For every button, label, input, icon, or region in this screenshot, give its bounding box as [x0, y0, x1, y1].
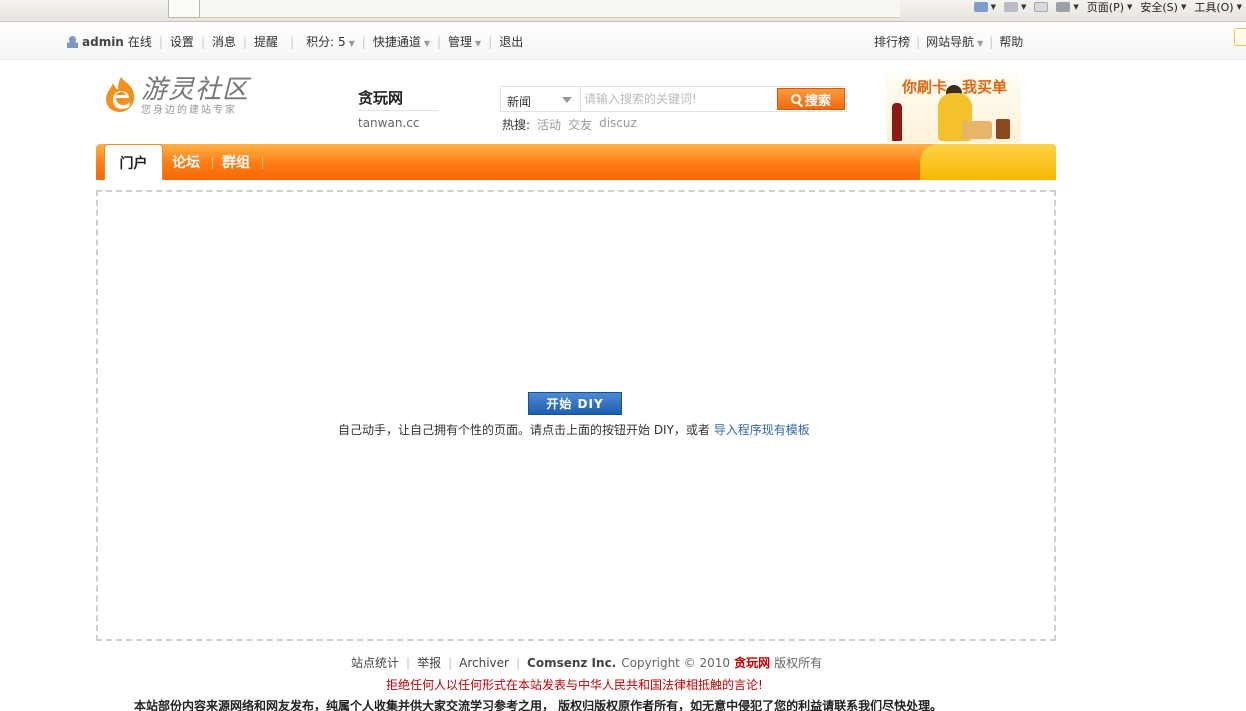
nav-item-groups[interactable]: 群组: [222, 144, 250, 180]
site-logo[interactable]: 游灵社区 您身边的建站专家: [103, 71, 255, 116]
archiver-link[interactable]: Archiver: [459, 656, 509, 670]
user-links: admin 在线 | 设置 | 消息 | 提醒 | 积分: 5 ▼ | 快捷通道 ▼…: [67, 33, 523, 50]
search-box: 新闻 搜索: [500, 86, 847, 112]
diy-tip: 自己动手，让自己拥有个性的页面。请点击上面的按钮开始 DIY，或者 导入程序现有…: [338, 423, 810, 437]
rights-text: 版权所有: [774, 656, 823, 670]
site-footer-link[interactable]: 贪玩网: [734, 654, 770, 671]
hot-term[interactable]: 活动: [537, 116, 561, 133]
browser-toolbar: ▼ ▼ ▼ 页面(P) ▼ 安全(S) ▼ 工具(O) ▼: [0, 0, 1246, 22]
hot-term[interactable]: discuz: [599, 116, 637, 133]
home-button[interactable]: ▼: [973, 2, 996, 12]
page-menu[interactable]: 页面(P) ▼: [1087, 0, 1133, 15]
chevron-down-icon: ▼: [423, 39, 430, 48]
logout-link[interactable]: 退出: [499, 33, 523, 50]
chevron-down-icon: [562, 97, 572, 103]
chevron-down-icon: ▼: [977, 39, 984, 48]
reminders-link[interactable]: 提醒: [254, 33, 278, 50]
rss-icon: [1004, 2, 1018, 12]
header-ad-banner[interactable]: 你刷卡，我买单: [886, 73, 1021, 143]
site-name: 贪玩网: [358, 87, 438, 111]
chevron-down-icon: ▼: [348, 39, 355, 48]
points-link[interactable]: 积分: 5 ▼: [306, 33, 355, 50]
rss-button[interactable]: ▼: [1004, 2, 1026, 12]
quick-channel-menu[interactable]: 快捷通道 ▼: [373, 33, 430, 50]
print-button[interactable]: ▼: [1056, 2, 1079, 12]
cake-image: [962, 121, 992, 139]
ranking-link[interactable]: 排行榜: [874, 33, 910, 50]
diy-area: [96, 190, 1056, 641]
browser-command-bar: ▼ ▼ ▼ 页面(P) ▼ 安全(S) ▼ 工具(O) ▼: [973, 0, 1246, 15]
nav-decoration: [920, 144, 1056, 180]
tools-menu[interactable]: 工具(O) ▼: [1194, 0, 1242, 15]
help-link[interactable]: 帮助: [999, 33, 1023, 50]
hot-term[interactable]: 交友: [568, 116, 592, 133]
safety-menu[interactable]: 安全(S) ▼: [1140, 0, 1186, 15]
user-icon: [67, 35, 78, 48]
flame-e-icon: [106, 77, 135, 112]
drink-image: [996, 119, 1010, 139]
manage-menu[interactable]: 管理 ▼: [448, 33, 481, 50]
comsenz-link[interactable]: Comsenz Inc.: [527, 656, 616, 670]
copyright-notice: 本站部份内容来源网络和网友发布，纯属个人收集并供大家交流学习参考之用， 版权归版…: [134, 699, 943, 711]
side-tab[interactable]: [1234, 28, 1246, 46]
site-nav-menu[interactable]: 网站导航 ▼: [926, 33, 983, 50]
copyright-text: Copyright © 2010: [621, 655, 731, 670]
stats-link[interactable]: 站点统计: [351, 654, 399, 671]
mail-icon: [1034, 2, 1049, 12]
legal-warning: 拒绝任何人以任何形式在本站发表与中华人民共和国法律相抵触的言论!: [386, 678, 763, 692]
search-button[interactable]: 搜索: [777, 88, 845, 110]
main-nav: 门户 论坛 群组: [96, 144, 1056, 180]
messages-link[interactable]: 消息: [212, 33, 236, 50]
settings-link[interactable]: 设置: [170, 33, 194, 50]
mail-button[interactable]: [1034, 2, 1049, 12]
browser-tab-strip: [200, 0, 900, 18]
hot-label: 热搜:: [502, 118, 531, 132]
username-link[interactable]: admin: [82, 35, 124, 49]
home-icon: [973, 2, 988, 12]
top-user-bar: admin 在线 | 设置 | 消息 | 提醒 | 积分: 5 ▼ | 快捷通道 ▼…: [0, 22, 1246, 60]
search-input[interactable]: [582, 88, 775, 110]
import-template-link[interactable]: 导入程序现有模板: [714, 423, 810, 437]
browser-tab[interactable]: [168, 0, 200, 18]
nav-item-forum[interactable]: 论坛: [172, 144, 200, 180]
online-status: 在线: [127, 35, 152, 49]
search-icon: [790, 94, 801, 104]
top-right-links: 排行榜 | 网站导航 ▼ | 帮助: [874, 33, 1024, 50]
site-url: tanwan.cc: [358, 116, 420, 130]
start-diy-button[interactable]: 开始 DIY: [528, 392, 622, 415]
search-type-select[interactable]: 新闻: [501, 87, 581, 111]
footer-links: 站点统计 | 举报 | Archiver | Comsenz Inc. Copy…: [351, 654, 823, 671]
report-link[interactable]: 举报: [417, 654, 441, 671]
print-icon: [1056, 2, 1071, 12]
hot-searches: 热搜: 活动 交友 discuz: [502, 116, 637, 133]
nav-item-portal[interactable]: 门户: [104, 144, 163, 180]
chevron-down-icon: ▼: [475, 39, 482, 48]
wine-bottle-image: [892, 103, 902, 141]
logo-slogan: 您身边的建站专家: [141, 105, 237, 116]
